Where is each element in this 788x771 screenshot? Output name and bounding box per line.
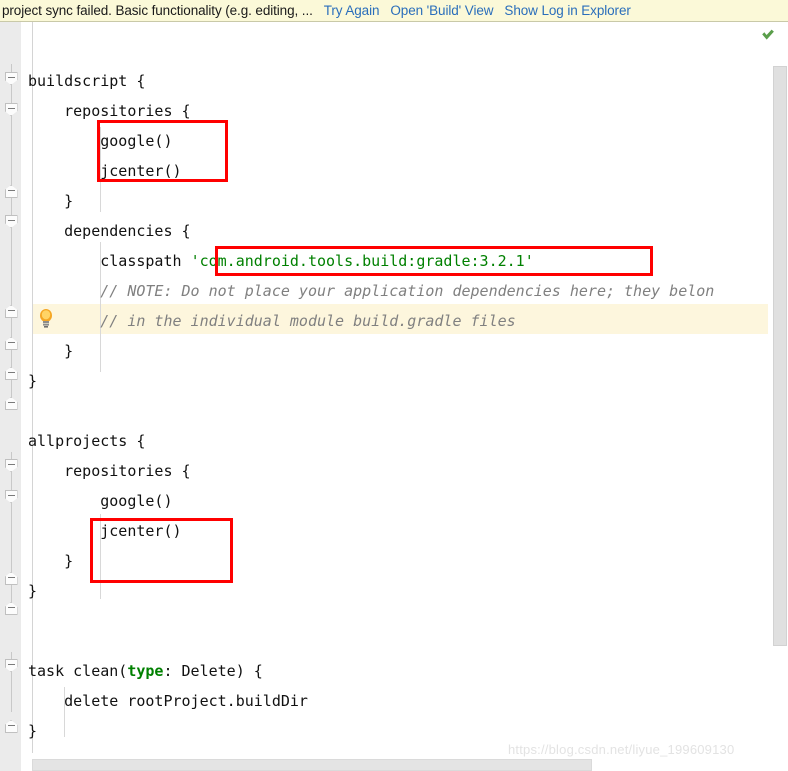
code-line: google() [28,492,173,510]
code-line: delete rootProject.buildDir [28,692,308,710]
task-clean-suffix: : Delete) { [163,662,263,680]
notification-message: project sync failed. Basic functionality… [2,3,313,18]
code-line: jcenter() [28,162,182,180]
code-content[interactable]: buildscript { repositories { google() jc… [0,22,788,771]
horizontal-scrollbar-track[interactable] [32,757,772,771]
classpath-prefix: classpath [28,252,191,270]
vertical-scrollbar-track[interactable] [772,22,788,749]
code-line: dependencies { [28,222,191,240]
gradle-version-string: 'com.android.tools.build:gradle:3.2.1' [190,252,534,270]
code-line: allprojects { [28,432,146,450]
vertical-scrollbar-thumb[interactable] [773,66,787,646]
code-line-task-clean: task clean(type: Delete) { [28,656,263,686]
code-line: } [28,552,74,570]
horizontal-scrollbar-thumb[interactable] [32,759,592,771]
code-line: } [28,582,38,600]
task-clean-prefix: task clean( [28,662,128,680]
sync-failed-notification-bar: project sync failed. Basic functionality… [0,0,788,22]
try-again-link[interactable]: Try Again [324,3,380,18]
code-line: } [28,372,38,390]
code-line: google() [28,132,173,150]
code-line-comment: // NOTE: Do not place your application d… [28,282,715,300]
code-line: } [28,342,74,360]
check-icon[interactable] [760,27,776,43]
code-line-classpath: classpath 'com.android.tools.build:gradl… [28,246,534,276]
code-line: } [28,722,38,740]
code-line: repositories { [28,462,191,480]
code-line: repositories { [28,102,191,120]
open-build-view-link[interactable]: Open 'Build' View [390,3,493,18]
show-log-in-explorer-link[interactable]: Show Log in Explorer [504,3,630,18]
code-line: } [28,192,74,210]
code-editor[interactable]: buildscript { repositories { google() jc… [0,22,788,771]
code-line: buildscript { [28,72,146,90]
code-line: jcenter() [28,522,182,540]
watermark: https://blog.csdn.net/liyue_199609130 [508,742,735,757]
type-keyword: type [127,662,164,680]
code-line-comment: // in the individual module build.gradle… [28,312,516,330]
